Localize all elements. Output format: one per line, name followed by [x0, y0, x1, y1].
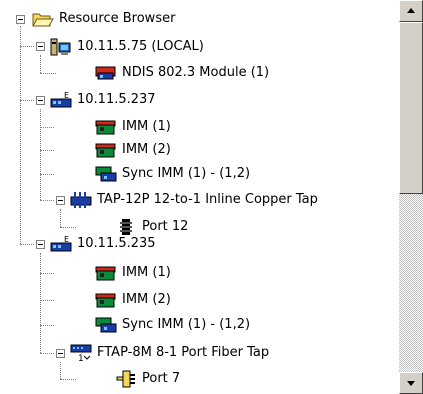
svg-text:E: E: [64, 235, 69, 244]
tree-node-chassis[interactable]: E 10.11.5.237: [50, 90, 158, 110]
tree-line: [60, 362, 61, 379]
tree-node-label: IMM (1): [122, 265, 171, 280]
svg-text:E: E: [64, 91, 69, 100]
tree-node-label: NDIS 802.3 Module (1): [122, 65, 270, 80]
tree-node-label: TAP-12P 12-to-1 Inline Copper Tap: [97, 192, 318, 207]
tree-line: [40, 55, 41, 73]
sync-module-icon: [95, 316, 117, 334]
tree-node-label: 10.11.5.237: [77, 92, 156, 107]
arrow-down-icon: [407, 381, 415, 386]
tree-line: [40, 325, 54, 326]
tree-node-tap[interactable]: TAP-12P 12-to-1 Inline Copper Tap: [70, 190, 320, 210]
tree-root-label: Resource Browser: [59, 11, 176, 26]
fiber-port-icon: [115, 370, 137, 388]
tree-node-label: IMM (2): [122, 292, 171, 307]
tree-node-label: 10.11.5.75 (LOCAL): [77, 39, 204, 54]
tree-node-label: 10.11.5.235: [77, 236, 156, 251]
collapse-toggle[interactable]: [16, 15, 25, 24]
tree-node-sync-imm[interactable]: Sync IMM (1) - (1,2): [95, 315, 252, 335]
tree-line: [40, 300, 54, 301]
tree-node-label: Sync IMM (1) - (1,2): [122, 317, 251, 332]
svg-text:1: 1: [78, 354, 84, 362]
open-folder-icon: [32, 10, 54, 28]
module-card-icon: [95, 264, 117, 282]
arrow-up-icon: [407, 8, 415, 13]
tree-line: [40, 109, 41, 200]
tree-line: [20, 26, 21, 244]
collapse-toggle[interactable]: [56, 196, 65, 205]
module-card-icon: [95, 141, 117, 159]
tree-line: [40, 127, 54, 128]
tree-line: [20, 46, 34, 47]
scroll-down-button[interactable]: [399, 372, 423, 394]
tree-node-sync-imm[interactable]: Sync IMM (1) - (1,2): [95, 164, 252, 184]
tree-line: [20, 244, 34, 245]
tree-node-chassis[interactable]: E 10.11.5.235: [50, 234, 158, 254]
tree-node-label: FTAP-8M 8-1 Port Fiber Tap: [97, 345, 270, 360]
scrollbar-thumb[interactable]: [399, 22, 423, 194]
tree-node-imm[interactable]: IMM (2): [95, 290, 173, 310]
tree-line: [40, 200, 54, 201]
tree-node-label: IMM (1): [122, 119, 171, 134]
tree-line: [40, 253, 41, 353]
tree-line: [40, 273, 54, 274]
tree-root[interactable]: Resource Browser: [32, 9, 177, 29]
collapse-toggle[interactable]: [36, 42, 45, 51]
sync-module-icon: [95, 165, 117, 183]
tree-line: [20, 100, 34, 101]
resource-tree: Resource Browser 10.11.5.75 (LOCAL) NDIS…: [0, 0, 399, 394]
tree-line: [40, 353, 54, 354]
tree-line: [60, 227, 76, 228]
tree-node-label: Port 12: [142, 219, 189, 234]
tree-line: [60, 209, 61, 227]
vertical-scrollbar[interactable]: [399, 0, 423, 394]
fiber-tap-icon: 1: [70, 344, 92, 362]
module-card-icon: [95, 118, 117, 136]
tree-node-label: Port 7: [142, 371, 181, 386]
tree-line: [40, 174, 54, 175]
tree-line: [40, 73, 56, 74]
chassis-icon: E: [50, 91, 72, 109]
scroll-up-button[interactable]: [399, 0, 423, 22]
tree-line: [40, 150, 54, 151]
module-card-icon: [95, 291, 117, 309]
chassis-icon: E: [50, 235, 72, 253]
tree-node-tap[interactable]: 1 FTAP-8M 8-1 Port Fiber Tap: [70, 343, 271, 363]
tree-node-label: IMM (2): [122, 142, 171, 157]
copper-tap-icon: [70, 191, 92, 209]
tree-node-host[interactable]: 10.11.5.75 (LOCAL): [50, 37, 206, 57]
network-card-icon: [95, 64, 117, 82]
tree-node-imm[interactable]: IMM (1): [95, 263, 173, 283]
tree-node-port[interactable]: Port 7: [115, 369, 182, 389]
collapse-toggle[interactable]: [36, 96, 45, 105]
tree-node-imm[interactable]: IMM (1): [95, 117, 173, 137]
tree-node-module[interactable]: NDIS 802.3 Module (1): [95, 63, 271, 83]
tree-line: [60, 379, 76, 380]
collapse-toggle[interactable]: [36, 240, 45, 249]
local-computer-icon: [50, 38, 72, 56]
tree-node-imm[interactable]: IMM (2): [95, 140, 173, 160]
collapse-toggle[interactable]: [56, 349, 65, 358]
tree-node-label: Sync IMM (1) - (1,2): [122, 166, 251, 181]
